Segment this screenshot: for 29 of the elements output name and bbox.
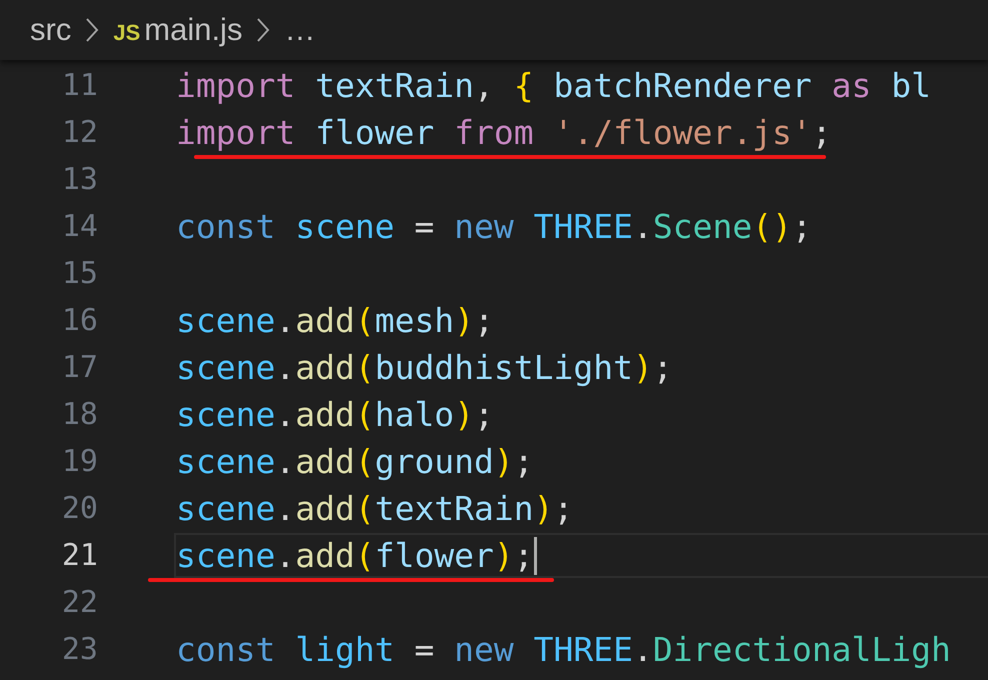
line-number: 16 [60,303,98,338]
code-line: scene.add(textRain); [176,489,574,528]
code-line: scene.add(halo); [176,395,494,434]
code-line: const light = new THREE.DirectionalLigh [176,630,951,669]
line-number: 18 [60,397,98,432]
breadcrumb-item[interactable]: src [30,12,72,48]
chevron-icon [85,17,100,43]
line-number: 23 [60,632,98,667]
code-line: scene.add(flower); [176,536,534,575]
breadcrumb-item[interactable]: … [284,12,316,48]
line-number: 12 [60,115,98,150]
line-number: 14 [60,209,98,244]
line-number: 15 [60,256,98,291]
line-number: 20 [60,491,98,526]
line-number: 17 [60,350,98,385]
breadcrumb-item[interactable]: JS main.js [113,12,242,48]
text-cursor [534,536,537,574]
line-number: 22 [60,585,98,620]
chevron-icon [256,17,270,43]
code-line: scene.add(ground); [176,442,534,481]
line-number: 13 [60,162,98,197]
code-line: scene.add(mesh); [176,301,494,340]
line-number: 21 [60,538,98,573]
code-line: const scene = new THREE.Scene(); [176,207,812,246]
line-number: 11 [60,68,98,103]
line-number: 19 [60,444,98,479]
code-line: import flower from './flower.js'; [176,113,832,152]
code-line: import textRain, { batchRenderer as bl [176,66,932,105]
code-line: scene.add(buddhistLight); [176,348,673,387]
